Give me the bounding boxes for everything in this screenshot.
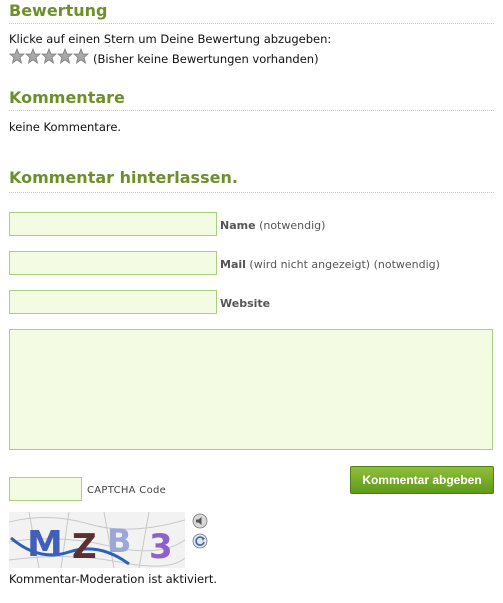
captcha-glyph-4: 3: [149, 527, 173, 567]
star-icon[interactable]: [25, 48, 41, 64]
name-label-text: Name: [220, 219, 256, 232]
comment-textarea[interactable]: [9, 329, 493, 450]
star-icon[interactable]: [41, 48, 57, 64]
star-icon[interactable]: [57, 48, 73, 64]
rating-prompt: Klicke auf einen Stern um Deine Bewertun…: [9, 32, 332, 46]
star-icon[interactable]: [9, 48, 25, 64]
website-field[interactable]: [9, 290, 217, 314]
rating-heading: Bewertung: [9, 0, 494, 24]
captcha-label: CAPTCHA Code: [87, 485, 167, 496]
mail-field[interactable]: [9, 251, 217, 275]
captcha-image: M Z B 3: [9, 512, 185, 568]
audio-captcha-icon[interactable]: [192, 513, 208, 529]
star-rating[interactable]: [9, 48, 89, 64]
captcha-glyph-1: M: [27, 524, 63, 565]
name-field[interactable]: [9, 212, 217, 236]
comments-heading: Kommentare: [9, 87, 494, 111]
captcha-glyph-2: Z: [72, 527, 97, 567]
refresh-captcha-icon[interactable]: [192, 533, 208, 549]
leave-comment-heading: Kommentar hinterlassen.: [9, 166, 494, 193]
star-icon[interactable]: [73, 48, 89, 64]
name-label: Name (notwendig): [220, 219, 325, 232]
captcha-glyph-3: B: [107, 522, 131, 560]
website-label: Website: [220, 297, 270, 310]
name-hint: (notwendig): [259, 219, 326, 232]
submit-comment-button[interactable]: Kommentar abgeben: [350, 466, 494, 494]
mail-hint: (wird nicht angezeigt) (notwendig): [249, 258, 440, 271]
rating-note: (Bisher keine Bewertungen vorhanden): [93, 52, 319, 66]
captcha-input[interactable]: [9, 477, 82, 501]
website-label-text: Website: [220, 297, 271, 310]
mail-label-text: Mail: [220, 258, 246, 271]
mail-label: Mail (wird nicht angezeigt) (notwendig): [220, 258, 440, 271]
comments-empty: keine Kommentare.: [9, 120, 122, 134]
moderation-note: Kommentar-Moderation ist aktiviert.: [9, 572, 217, 586]
